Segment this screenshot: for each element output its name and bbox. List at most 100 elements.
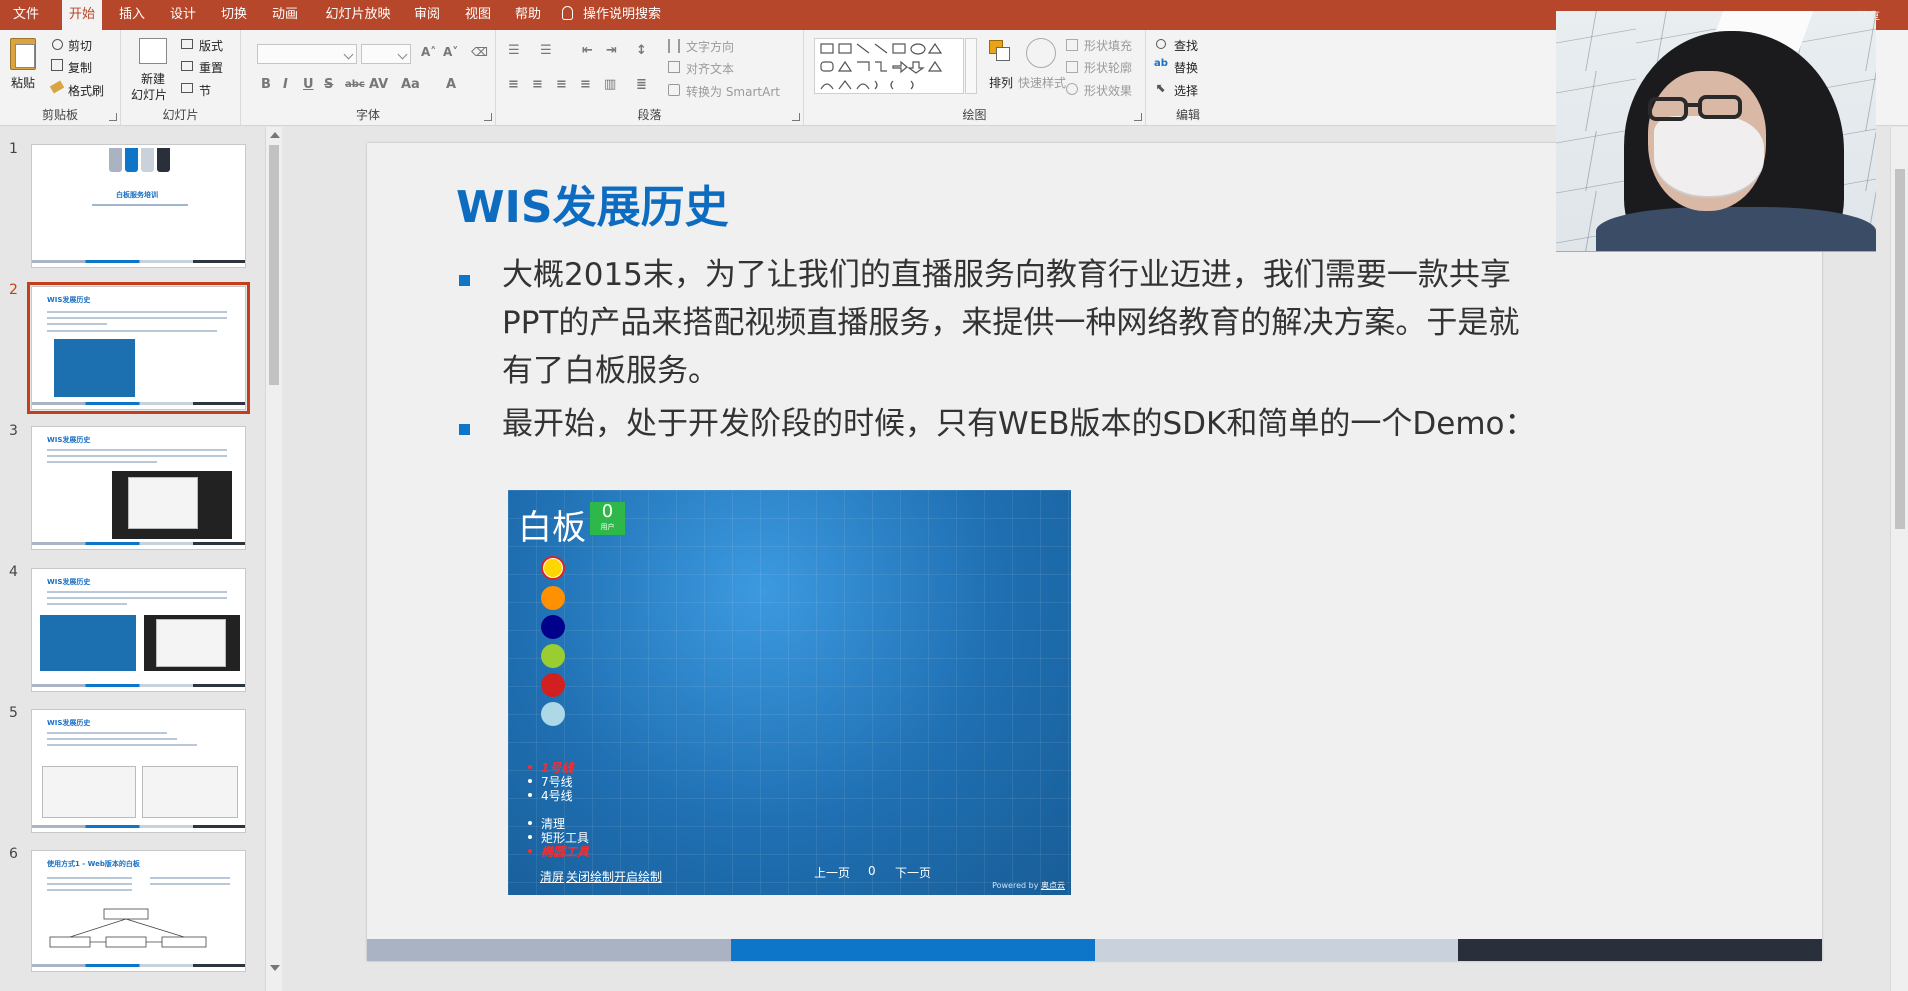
shadow-button[interactable]: S <box>324 77 333 92</box>
find-button[interactable]: 查找 <box>1174 37 1198 54</box>
layout-button[interactable]: 版式 <box>199 37 223 54</box>
underline-button[interactable]: U <box>303 77 314 92</box>
para-spacing-icon[interactable]: ≣ <box>636 77 647 92</box>
copy-button[interactable]: 复制 <box>68 59 92 76</box>
tab-slideshow[interactable]: 幻灯片放映 <box>318 0 398 30</box>
convert-smartart-button[interactable]: 转换为 SmartArt <box>686 83 780 100</box>
enable-draw-link[interactable]: 开启绘制 <box>614 868 662 885</box>
align-center-icon[interactable]: ≡ <box>532 77 543 92</box>
prev-page-button[interactable]: 上一页 <box>814 864 850 881</box>
tab-view[interactable]: 视图 <box>458 0 498 30</box>
shape-effects-button[interactable]: 形状效果 <box>1084 82 1132 99</box>
slide-thumbnail-3[interactable]: WIS发展历史 <box>31 426 246 550</box>
bullet-1-line-1[interactable]: 大概2015末，为了让我们的直播服务向教育行业迈进，我们需要一款共享 <box>502 251 1511 299</box>
shapes-gallery-scroll[interactable] <box>965 38 977 94</box>
bullet-1-line-2[interactable]: PPT的产品来搭配视频直播服务，来提供一种网络教育的解决方案。于是就 <box>502 299 1519 347</box>
slide-title[interactable]: WIS发展历史 <box>456 171 729 235</box>
color-swatch-orange[interactable] <box>541 586 565 610</box>
group-label-editing: 编辑 <box>1175 108 1200 122</box>
scissors-icon <box>52 39 63 50</box>
align-left-icon[interactable]: ≡ <box>508 77 519 92</box>
tab-help[interactable]: 帮助 <box>508 0 548 30</box>
align-text-button[interactable]: 对齐文本 <box>686 60 734 77</box>
slide-thumbnail-1[interactable]: 白板服务培训 <box>31 144 246 268</box>
align-right-icon[interactable]: ≡ <box>556 77 567 92</box>
powered-by-link[interactable]: 奥点云 <box>1041 881 1065 890</box>
thumb-text-line <box>150 883 230 885</box>
tab-design[interactable]: 设计 <box>163 0 203 30</box>
tool-option-ellipse[interactable]: 椭圆工具 <box>528 843 589 860</box>
shape-outline-button[interactable]: 形状轮廓 <box>1084 59 1132 76</box>
italic-button[interactable]: I <box>283 77 288 92</box>
font-color-button[interactable]: A <box>446 77 456 92</box>
color-swatch-navy[interactable] <box>541 615 565 639</box>
grow-font-icon[interactable]: A˄ <box>421 45 436 59</box>
font-size-combo[interactable] <box>361 44 411 64</box>
webcam-person-shirt <box>1596 207 1876 251</box>
thumb-screenshot <box>42 766 136 818</box>
color-swatch-yellow[interactable] <box>541 556 565 580</box>
shapes-gallery[interactable] <box>814 38 964 94</box>
section-button[interactable]: 节 <box>199 82 211 99</box>
bold-button[interactable]: B <box>261 77 271 92</box>
shrink-font-icon[interactable]: A˅ <box>443 45 458 59</box>
slide-thumbnail-4[interactable]: WIS发展历史 <box>31 568 246 692</box>
bullet-1-line-3[interactable]: 有了白板服务。 <box>502 347 719 395</box>
thumbnails-scrollbar[interactable] <box>265 127 282 991</box>
scroll-thumb[interactable] <box>1895 169 1905 529</box>
next-page-button[interactable]: 下一页 <box>895 864 931 881</box>
color-swatch-red[interactable] <box>541 673 565 697</box>
strikethrough-button[interactable]: abc <box>345 79 365 90</box>
justify-icon[interactable]: ≡ <box>580 77 591 92</box>
cut-button[interactable]: 剪切 <box>68 37 92 54</box>
drawing-launcher-icon[interactable] <box>1134 113 1142 121</box>
decrease-indent-icon[interactable]: ⇤ <box>582 43 593 58</box>
shape-fill-button[interactable]: 形状填充 <box>1084 37 1132 54</box>
slide-thumbnail-6[interactable]: 使用方式1 - Web版本的白板 <box>31 850 246 972</box>
new-slide-button[interactable]: 新建 <box>141 70 165 87</box>
disable-draw-link[interactable]: 关闭绘制 <box>566 868 614 885</box>
replace-button[interactable]: 替换 <box>1174 59 1198 76</box>
paragraph-launcher-icon[interactable] <box>792 113 800 121</box>
clipboard-launcher-icon[interactable] <box>109 113 117 121</box>
increase-indent-icon[interactable]: ⇥ <box>606 43 617 58</box>
current-slide[interactable]: WIS发展历史 大概2015末，为了让我们的直播服务向教育行业迈进，我们需要一款… <box>367 143 1822 961</box>
bullets-icon[interactable]: ☰ <box>508 43 520 58</box>
scroll-thumb[interactable] <box>269 145 279 385</box>
color-swatch-lightblue[interactable] <box>541 702 565 726</box>
group-label-drawing: 绘图 <box>962 108 987 122</box>
scroll-down-icon[interactable] <box>270 965 280 971</box>
arrange-button[interactable]: 排列 <box>989 74 1013 91</box>
tab-home[interactable]: 开始 <box>62 0 102 30</box>
slide-thumbnail-2[interactable]: WIS发展历史 <box>27 282 250 414</box>
scroll-up-icon[interactable] <box>270 132 280 138</box>
bullet-2-text[interactable]: 最开始，处于开发阶段的时候，只有WEB版本的SDK和简单的一个Demo： <box>502 400 1536 448</box>
quick-styles-button[interactable]: 快速样式 <box>1018 74 1066 91</box>
tab-review[interactable]: 审阅 <box>407 0 447 30</box>
change-case-button[interactable]: Aa <box>401 77 420 92</box>
clear-screen-link[interactable]: 清屏 <box>540 868 564 885</box>
font-name-combo[interactable] <box>257 44 357 64</box>
tell-me-search[interactable]: 操作说明搜索 <box>562 0 661 30</box>
paste-button[interactable]: 粘贴 <box>11 74 35 91</box>
line-width-option[interactable]: 4号线 <box>528 787 573 804</box>
font-launcher-icon[interactable] <box>484 113 492 121</box>
tab-transitions[interactable]: 切换 <box>214 0 254 30</box>
tab-insert[interactable]: 插入 <box>112 0 152 30</box>
main-scrollbar[interactable] <box>1890 127 1908 991</box>
thumb-bottom-bar <box>32 260 245 263</box>
line-spacing-icon[interactable]: ↕ <box>636 43 647 58</box>
clear-format-icon[interactable]: ⌫ <box>471 45 488 59</box>
numbering-icon[interactable]: ☰ <box>540 43 552 58</box>
whiteboard-demo-image[interactable]: 白板 0 用户 1号线 7号线 4号线 清理 矩形工具 椭圆工具 清屏 关闭绘制 <box>508 490 1071 895</box>
slide-thumbnail-5[interactable]: WIS发展历史 <box>31 709 246 833</box>
columns-icon[interactable]: ▥ <box>604 77 616 92</box>
reset-button[interactable]: 重置 <box>199 59 223 76</box>
tab-file[interactable]: 文件 <box>0 0 52 30</box>
color-swatch-green[interactable] <box>541 644 565 668</box>
format-painter-button[interactable]: 格式刷 <box>68 82 104 99</box>
select-button[interactable]: 选择 <box>1174 82 1198 99</box>
text-direction-button[interactable]: 文字方向 <box>686 38 734 55</box>
char-spacing-button[interactable]: AV <box>369 77 388 92</box>
tab-animations[interactable]: 动画 <box>265 0 305 30</box>
